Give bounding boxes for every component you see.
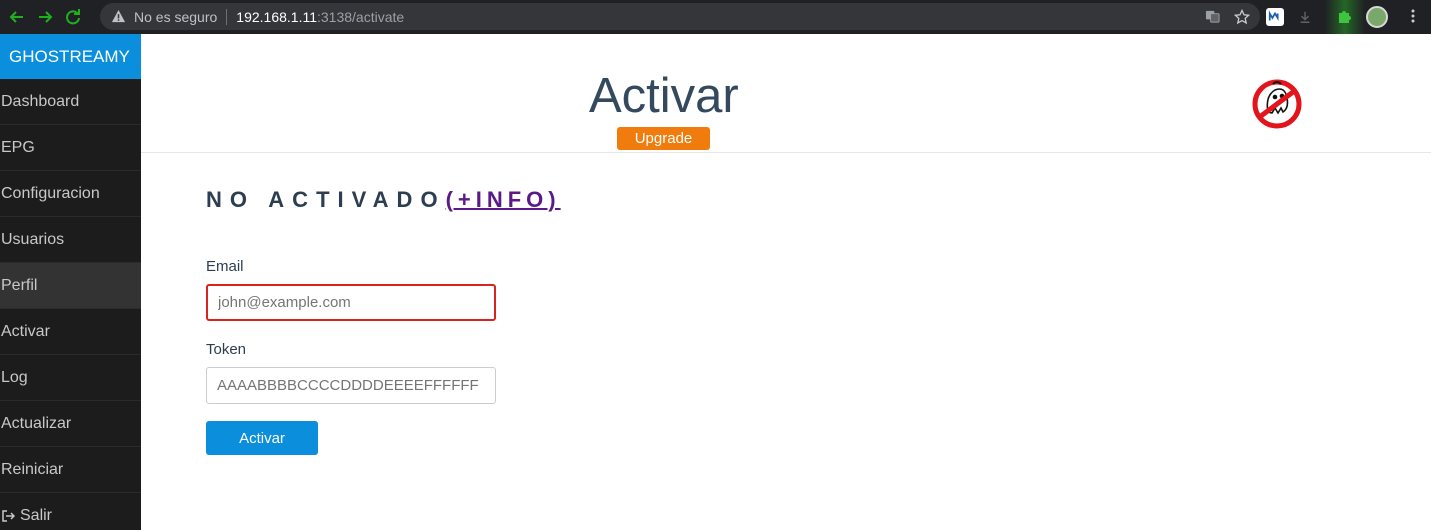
sidebar-item-usuarios[interactable]: Usuarios bbox=[0, 217, 141, 263]
sidebar-item-perfil[interactable]: Perfil bbox=[0, 263, 141, 309]
reload-icon bbox=[66, 9, 80, 25]
url-host: 192.168.1.11 bbox=[236, 8, 317, 25]
activation-status: NO ACTIVADO (+INFO) bbox=[206, 187, 561, 213]
token-label: Token bbox=[206, 341, 247, 358]
sidebar-item-label: Configuracion bbox=[1, 184, 100, 202]
sidebar-item-label: Salir bbox=[20, 506, 53, 524]
page-title: Activar bbox=[589, 69, 739, 123]
activation-status-text: NO ACTIVADO bbox=[206, 187, 446, 212]
sidebar-item-label: Dashboard bbox=[1, 92, 80, 110]
sidebar-item-label: Usuarios bbox=[1, 230, 65, 248]
activate-submit-button[interactable]: Activar bbox=[206, 421, 318, 455]
address-bar[interactable]: No es seguro 192.168.1.11 :3138/activate bbox=[100, 3, 1260, 30]
more-info-link[interactable]: (+INFO) bbox=[446, 187, 561, 213]
exit-icon bbox=[1, 509, 15, 523]
download-icon[interactable] bbox=[1296, 8, 1314, 26]
browser-toolbar: No es seguro 192.168.1.11 :3138/activate bbox=[0, 0, 1431, 34]
sidebar-item-log[interactable]: Log bbox=[0, 355, 141, 401]
sidebar-item-activar[interactable]: Activar bbox=[0, 309, 141, 355]
security-status[interactable]: No es seguro bbox=[134, 9, 217, 25]
warning-icon bbox=[110, 9, 126, 25]
sidebar-item-label: Log bbox=[1, 368, 28, 386]
puzzle-extension-icon[interactable] bbox=[1336, 8, 1352, 29]
sidebar-item-label: Activar bbox=[1, 322, 50, 340]
sidebar-item-epg[interactable]: EPG bbox=[0, 125, 141, 171]
sidebar-item-actualizar[interactable]: Actualizar bbox=[0, 401, 141, 447]
sidebar-item-label: Actualizar bbox=[1, 414, 72, 432]
bookmark-star-icon[interactable] bbox=[1234, 8, 1250, 25]
email-label: Email bbox=[206, 258, 244, 275]
sidebar-item-label: EPG bbox=[1, 138, 35, 156]
ghost-logo-icon bbox=[1252, 79, 1302, 129]
page-header: Activar Upgrade bbox=[141, 34, 1431, 153]
upgrade-button[interactable]: Upgrade bbox=[617, 127, 710, 150]
translate-icon[interactable] bbox=[1205, 9, 1220, 24]
forward-arrow-icon bbox=[39, 11, 53, 23]
sidebar-item-salir[interactable]: Salir bbox=[0, 493, 141, 530]
sidebar-item-label: Perfil bbox=[1, 276, 38, 294]
back-arrow-icon bbox=[9, 11, 23, 23]
forward-button[interactable] bbox=[34, 6, 56, 28]
url-path: :3138/activate bbox=[317, 8, 405, 25]
sidebar-item-reiniciar[interactable]: Reiniciar bbox=[0, 447, 141, 493]
sidebar-item-configuracion[interactable]: Configuracion bbox=[0, 171, 141, 217]
email-field[interactable] bbox=[206, 284, 496, 321]
token-field[interactable] bbox=[206, 367, 496, 404]
back-button[interactable] bbox=[6, 6, 28, 28]
omnibox-divider bbox=[226, 8, 228, 25]
extension-icon[interactable] bbox=[1266, 8, 1284, 26]
sidebar-item-dashboard[interactable]: Dashboard bbox=[0, 79, 141, 125]
sidebar: GHOSTREAMY Dashboard EPG Configuracion U… bbox=[0, 34, 141, 530]
sidebar-item-label: Reiniciar bbox=[1, 460, 64, 478]
menu-icon[interactable] bbox=[1405, 8, 1421, 29]
main-content: Activar Upgrade NO ACTIVADO (+INFO) Emai… bbox=[141, 34, 1431, 530]
brand-title[interactable]: GHOSTREAMY bbox=[0, 34, 141, 79]
reload-button[interactable] bbox=[62, 6, 84, 28]
profile-avatar[interactable] bbox=[1366, 6, 1388, 28]
